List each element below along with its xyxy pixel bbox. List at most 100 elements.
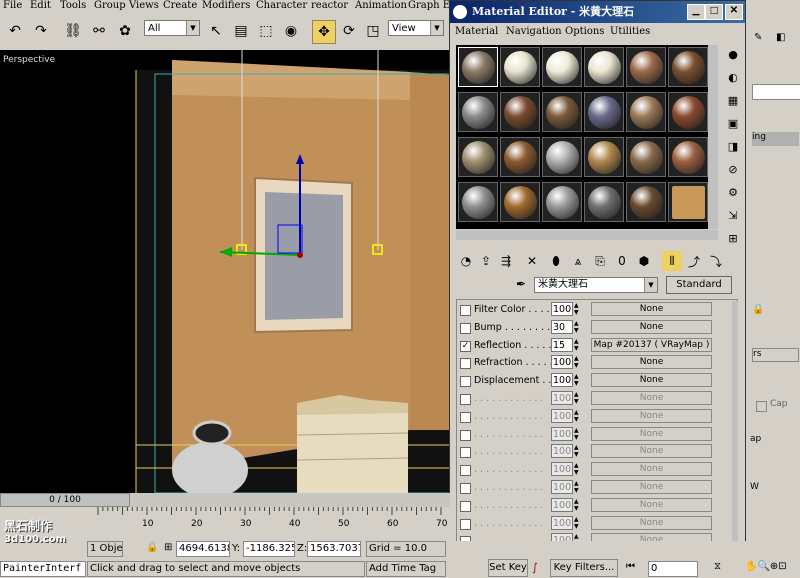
go-forward-sibling-icon[interactable]: ⤵ — [706, 251, 726, 271]
material-sample-slot[interactable] — [584, 47, 624, 87]
y-coordinate-field[interactable]: -1186.3251 — [243, 541, 295, 557]
bind-space-warp-icon[interactable]: ✿ — [114, 20, 136, 42]
material-sample-slot[interactable] — [542, 137, 582, 177]
amount-spinner-icon[interactable]: ▲▼ — [574, 391, 582, 405]
rotate-icon[interactable]: ⟳ — [338, 20, 360, 42]
map-amount-field[interactable]: 100 — [551, 462, 573, 477]
material-name-field[interactable]: 米黄大理石 ▼ — [534, 277, 658, 293]
amount-spinner-icon[interactable]: ▲▼ — [574, 462, 582, 476]
map-enable-checkbox[interactable] — [460, 500, 471, 512]
scale-icon[interactable]: ◳ — [362, 20, 384, 42]
sample-type-icon[interactable]: ● — [724, 45, 742, 63]
time-config-icon[interactable]: ⧖ — [714, 561, 728, 575]
backlight-icon[interactable]: ◐ — [724, 68, 742, 86]
material-sample-slot[interactable] — [626, 182, 666, 222]
key-filters-button[interactable]: Key Filters... — [550, 559, 618, 577]
amount-spinner-icon[interactable]: ▲▼ — [574, 302, 582, 316]
move-icon[interactable]: ✥ — [312, 20, 336, 44]
material-sample-slot[interactable] — [500, 182, 540, 222]
material-sample-slot[interactable] — [458, 47, 498, 87]
material-sample-slot[interactable] — [458, 137, 498, 177]
viewport-label[interactable]: Perspective — [3, 55, 55, 65]
select-object-icon[interactable]: ↖ — [205, 20, 227, 42]
material-sample-slot[interactable] — [626, 92, 666, 132]
make-preview-icon[interactable]: ⊘ — [724, 160, 742, 178]
map-amount-field[interactable]: 100 — [551, 444, 573, 459]
material-sample-slot[interactable] — [584, 92, 624, 132]
map-slot-button[interactable]: None — [591, 515, 712, 530]
map-amount-field[interactable]: 100 — [551, 497, 573, 512]
material-sample-slot[interactable] — [626, 47, 666, 87]
map-amount-field[interactable]: 100 — [551, 408, 573, 423]
map-amount-field[interactable]: 100 — [551, 515, 573, 530]
menu-group[interactable]: Group — [94, 0, 126, 11]
slot-horizontal-scrollbar[interactable] — [456, 230, 718, 240]
map-slot-button[interactable]: None — [591, 391, 712, 405]
put-to-library-icon[interactable]: ⎘ — [590, 251, 610, 271]
absolute-mode-icon[interactable]: ⊞ — [164, 542, 176, 556]
map-amount-field[interactable]: 100 — [551, 391, 573, 405]
map-amount-field[interactable]: 100 — [551, 355, 573, 370]
menu-create[interactable]: Create — [163, 0, 197, 11]
z-coordinate-field[interactable]: 1563.7037 — [307, 541, 361, 557]
show-end-result-icon[interactable]: ⫴ — [662, 251, 682, 271]
map-amount-field[interactable]: 30 — [551, 319, 573, 334]
map-slot-button[interactable]: None — [591, 408, 712, 423]
material-sample-slot[interactable] — [500, 137, 540, 177]
material-effects-channel-icon[interactable]: 0 — [612, 251, 632, 271]
menu-reactor[interactable]: reactor — [311, 0, 348, 11]
material-sample-slot[interactable] — [542, 92, 582, 132]
map-enable-checkbox[interactable] — [460, 322, 471, 334]
menu-edit[interactable]: Edit — [30, 0, 51, 11]
material-sample-slot[interactable] — [668, 92, 708, 132]
background-icon[interactable]: ▦ — [724, 91, 742, 109]
perspective-viewport[interactable]: Perspective — [0, 50, 450, 493]
menu-tools[interactable]: Tools — [60, 0, 86, 11]
selection-lock-icon[interactable]: 🔒 — [146, 542, 158, 556]
set-key-button[interactable]: Set Key — [488, 559, 528, 577]
menu-material[interactable]: Material — [455, 26, 498, 37]
material-sample-slot[interactable] — [458, 92, 498, 132]
name-field[interactable] — [752, 84, 800, 100]
select-by-name-icon[interactable]: ▤ — [230, 20, 252, 42]
slot-vertical-scrollbar[interactable] — [708, 45, 718, 229]
map-amount-field[interactable]: 15 — [551, 337, 573, 352]
map-amount-field[interactable]: 100 — [551, 373, 573, 388]
link-icon[interactable]: ⛓ — [62, 20, 84, 42]
pick-material-icon[interactable]: ✒ — [516, 277, 532, 293]
close-icon[interactable]: ✕ — [725, 4, 743, 20]
material-sample-slot[interactable] — [584, 137, 624, 177]
menu-character[interactable]: Character — [256, 0, 307, 11]
add-time-tag-button[interactable]: Add Time Tag — [366, 561, 446, 577]
amount-spinner-icon[interactable]: ▲▼ — [574, 427, 582, 441]
make-copy-icon[interactable]: ⬮ — [546, 251, 566, 271]
amount-spinner-icon[interactable]: ▲▼ — [574, 373, 582, 387]
material-editor-titlebar[interactable]: Material Editor - 米黄大理石 ▁ □ ✕ — [450, 1, 745, 23]
uv-tiling-icon[interactable]: ▣ — [724, 114, 742, 132]
amount-spinner-icon[interactable]: ▲▼ — [574, 480, 582, 494]
map-enable-checkbox[interactable] — [460, 376, 471, 388]
menu-modifiers[interactable]: Modifiers — [202, 0, 250, 11]
window-crossing-icon[interactable]: ◉ — [280, 20, 302, 42]
map-slot-button[interactable]: None — [591, 302, 712, 316]
material-sample-slot[interactable] — [458, 182, 498, 222]
show-map-in-viewport-icon[interactable]: ⬢ — [634, 251, 654, 271]
key-mode-icon[interactable]: ∫ — [532, 561, 544, 575]
material-type-button[interactable]: Standard — [666, 276, 732, 294]
amount-spinner-icon[interactable]: ▲▼ — [574, 355, 582, 369]
region-select-icon[interactable]: ⬚ — [255, 20, 277, 42]
map-enable-checkbox[interactable] — [460, 305, 471, 316]
map-enable-checkbox[interactable] — [460, 483, 471, 494]
pencil-icon[interactable]: ✎ — [754, 32, 768, 46]
display-icon[interactable]: ◧ — [776, 32, 790, 46]
material-sample-slot[interactable] — [584, 182, 624, 222]
undo-icon[interactable]: ↶ — [4, 20, 26, 42]
unlink-icon[interactable]: ⚯ — [88, 20, 110, 42]
menu-animation[interactable]: Animation — [355, 0, 407, 11]
amount-spinner-icon[interactable]: ▲▼ — [574, 409, 582, 423]
maxscript-listener[interactable]: PainterInterf — [0, 561, 86, 577]
map-enable-checkbox[interactable] — [460, 518, 471, 530]
map-slot-button[interactable]: None — [591, 480, 712, 494]
map-amount-field[interactable]: 100 — [551, 480, 573, 494]
make-unique-icon[interactable]: ⩓ — [568, 251, 588, 271]
